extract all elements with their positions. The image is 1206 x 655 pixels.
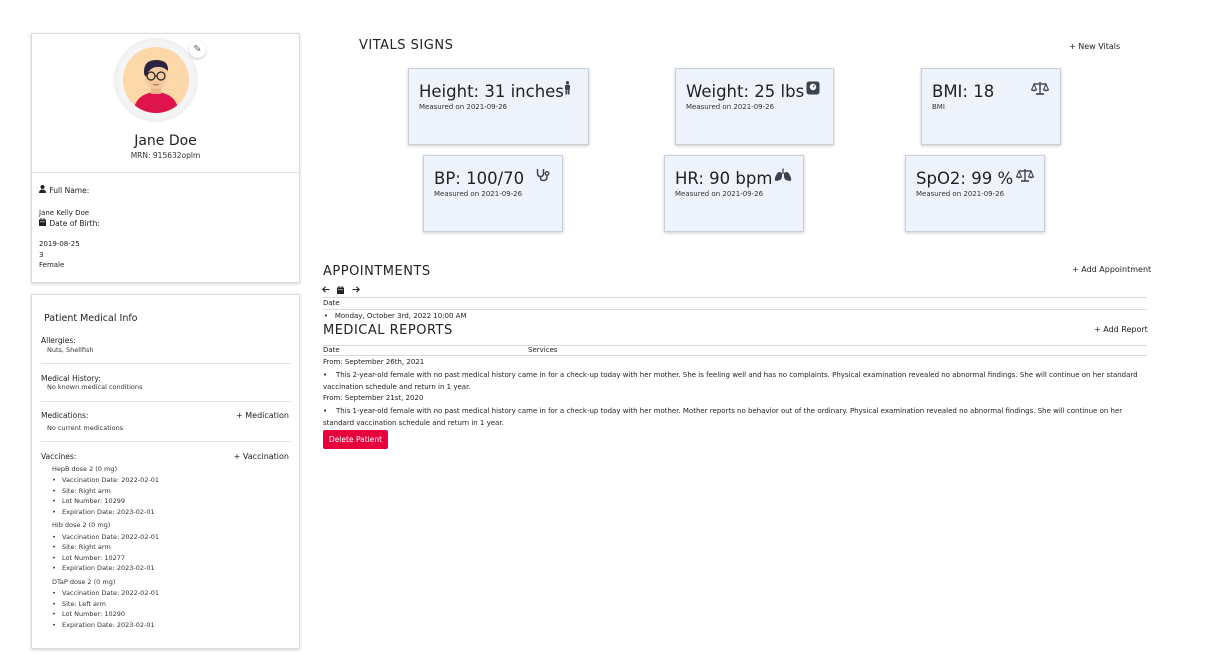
- divider: [41, 441, 291, 442]
- add-medication-button[interactable]: + Medication: [236, 411, 289, 420]
- new-vitals-button[interactable]: + New Vitals: [1069, 42, 1120, 51]
- divider: [323, 297, 1147, 298]
- vaccine-site: Site: Right arm: [52, 487, 111, 495]
- vital-value: SpO2: 99 %: [916, 169, 1014, 188]
- vaccine-date: Vaccination Date: 2022-02-01: [52, 476, 159, 484]
- vitals-title: VITALS SIGNS: [359, 38, 454, 53]
- divider: [323, 309, 1147, 310]
- pencil-icon: ✎: [193, 44, 202, 55]
- report-item: • This 1-year-old female with no past me…: [323, 407, 1123, 427]
- allergies-label: Allergies:: [41, 336, 76, 345]
- vital-measured-date: Measured on 2021-09-26: [675, 190, 764, 198]
- report-item: • This 2-year-old female with no past me…: [323, 371, 1138, 391]
- vital-value: HR: 90 bpm: [675, 169, 773, 188]
- lungs-icon: [774, 168, 792, 186]
- add-vaccination-button[interactable]: + Vaccination: [234, 452, 289, 461]
- age-value: 3: [39, 251, 44, 259]
- vital-measured-date: Measured on 2021-09-26: [434, 190, 523, 198]
- vital-measured-date: Measured on 2021-09-26: [916, 190, 1005, 198]
- full-name-label-row: Full Name:: [39, 185, 89, 195]
- balance-scale-icon: [1015, 168, 1035, 186]
- full-name-label: Full Name:: [49, 186, 90, 195]
- divider: [323, 345, 1147, 346]
- arrow-left-icon[interactable]: [322, 286, 330, 295]
- avatar: [116, 40, 196, 120]
- report-from: From: September 21st, 2020: [323, 394, 424, 402]
- add-report-button[interactable]: + Add Report: [1094, 325, 1148, 334]
- divider: [323, 355, 1147, 356]
- appointments-title: APPOINTMENTS: [323, 264, 431, 279]
- vaccine-expiration: Expiration Date: 2023-02-01: [52, 564, 155, 572]
- full-name-value: Jane Kelly Doe: [39, 209, 90, 217]
- vital-value: BMI: 18: [932, 82, 995, 101]
- user-icon: [39, 185, 47, 195]
- vaccine-name: Hib dose 2 (0 mg): [52, 521, 111, 529]
- medications-value: No current medications: [47, 424, 124, 432]
- vital-measured-date: Measured on 2021-09-26: [419, 103, 508, 111]
- vaccine-site: Site: Right arm: [52, 543, 111, 551]
- calendar-icon[interactable]: [337, 286, 344, 296]
- vital-value: Height: 31 inches: [419, 82, 564, 101]
- divider: [41, 401, 291, 402]
- vital-value: Weight: 25 lbs: [686, 82, 805, 101]
- vaccine-expiration: Expiration Date: 2023-02-01: [52, 621, 155, 629]
- person-standing-icon: [563, 81, 572, 99]
- dob-label-row: Date of Birth:: [39, 218, 100, 228]
- history-value: No known medical conditions: [47, 383, 143, 391]
- medications-label: Medications:: [41, 411, 89, 420]
- medical-info-card: Patient Medical Info Allergies: Nuts, Sh…: [31, 294, 300, 649]
- vaccines-label: Vaccines:: [41, 452, 77, 461]
- vital-card-bp: BP: 100/70 Measured on 2021-09-26: [423, 155, 563, 232]
- stethoscope-icon: [536, 168, 550, 186]
- patient-name: Jane Doe: [134, 133, 197, 149]
- allergies-value: Nuts, Shellfish: [47, 346, 94, 354]
- vital-sub-label: BMI: [932, 103, 945, 111]
- divider: [32, 172, 299, 173]
- vital-card-hr: HR: 90 bpm Measured on 2021-09-26: [664, 155, 804, 232]
- medical-info-title: Patient Medical Info: [44, 313, 138, 324]
- vaccine-lot: Lot Number: 10277: [52, 554, 125, 562]
- profile-card: ✎ Jane Doe MRN: 915632oplm Full Name: Ja…: [31, 33, 300, 283]
- vital-card-spo2: SpO2: 99 % Measured on 2021-09-26: [905, 155, 1045, 232]
- dob-label: Date of Birth:: [49, 219, 100, 228]
- vital-measured-date: Measured on 2021-09-26: [686, 103, 775, 111]
- edit-avatar-button[interactable]: ✎: [189, 41, 206, 58]
- calendar-icon: [39, 218, 47, 228]
- patient-mrn: MRN: 915632oplm: [130, 151, 201, 160]
- vaccine-lot: Lot Number: 10299: [52, 497, 125, 505]
- delete-patient-button[interactable]: Delete Patient: [323, 430, 388, 449]
- medical-reports-title: MEDICAL REPORTS: [323, 323, 453, 338]
- vaccine-lot: Lot Number: 10290: [52, 610, 125, 618]
- divider: [41, 363, 291, 364]
- add-appointment-button[interactable]: + Add Appointment: [1072, 265, 1151, 274]
- avatar-image: [123, 47, 189, 113]
- sex-value: Female: [39, 261, 65, 269]
- vaccine-site: Site: Left arm: [52, 600, 106, 608]
- vital-card-bmi: BMI: 18 BMI: [921, 68, 1061, 145]
- vaccine-name: DTaP dose 2 (0 mg): [52, 578, 116, 586]
- history-label: Medical History:: [41, 374, 101, 383]
- vaccine-expiration: Expiration Date: 2023-02-01: [52, 508, 155, 516]
- vaccine-name: HepB dose 2 (0 mg): [52, 465, 118, 473]
- vaccine-date: Vaccination Date: 2022-02-01: [52, 589, 159, 597]
- appointments-date-header: Date: [323, 299, 340, 307]
- weight-scale-icon: [806, 81, 820, 99]
- vital-value: BP: 100/70: [434, 169, 525, 188]
- dob-value: 2019-08-25: [39, 240, 80, 248]
- vital-card-height: Height: 31 inches Measured on 2021-09-26: [408, 68, 589, 145]
- vaccine-date: Vaccination Date: 2022-02-01: [52, 533, 159, 541]
- appointment-item[interactable]: • Monday, October 3rd, 2022 10:00 AM: [324, 312, 467, 320]
- vital-card-weight: Weight: 25 lbs Measured on 2021-09-26: [675, 68, 834, 145]
- report-from: From: September 26th, 2021: [323, 358, 425, 366]
- balance-scale-icon: [1030, 81, 1050, 99]
- reports-services-header: Services: [528, 346, 558, 354]
- arrow-right-icon[interactable]: [352, 286, 360, 295]
- reports-date-header: Date: [323, 346, 340, 354]
